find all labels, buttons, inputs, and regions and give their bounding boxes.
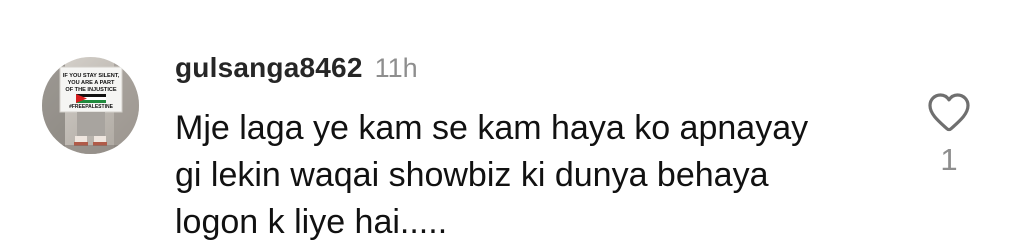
avatar-sign-line-1: IF YOU STAY SILENT, [63, 73, 120, 79]
avatar-sign-line-4: #FREEPALESTINE [69, 104, 113, 110]
like-count: 1 [940, 142, 958, 177]
avatar-sign-line-3: OF THE INJUSTICE [65, 87, 117, 93]
comment-text-line-2: gi lekin waqai showbiz ki dunya behaya [175, 156, 769, 194]
comment-text: Mje laga ye kam se kam haya ko apnayay g… [175, 105, 895, 246]
timestamp[interactable]: 11h [375, 53, 418, 84]
heart-outline-icon [928, 93, 970, 132]
avatar-sign-line-2: YOU ARE A PART [68, 80, 115, 86]
like-button[interactable] [925, 90, 973, 134]
username-link[interactable]: gulsanga8462 [175, 52, 363, 84]
comment-text-line-3: logon k liye hai..... [175, 203, 448, 241]
comment-item: IF YOU STAY SILENT, YOU ARE A PART OF TH… [0, 0, 1024, 244]
comment-header: gulsanga8462 11h [175, 52, 418, 88]
avatar[interactable]: IF YOU STAY SILENT, YOU ARE A PART OF TH… [42, 57, 139, 154]
comment-text-line-1: Mje laga ye kam se kam haya ko apnayay [175, 109, 809, 147]
